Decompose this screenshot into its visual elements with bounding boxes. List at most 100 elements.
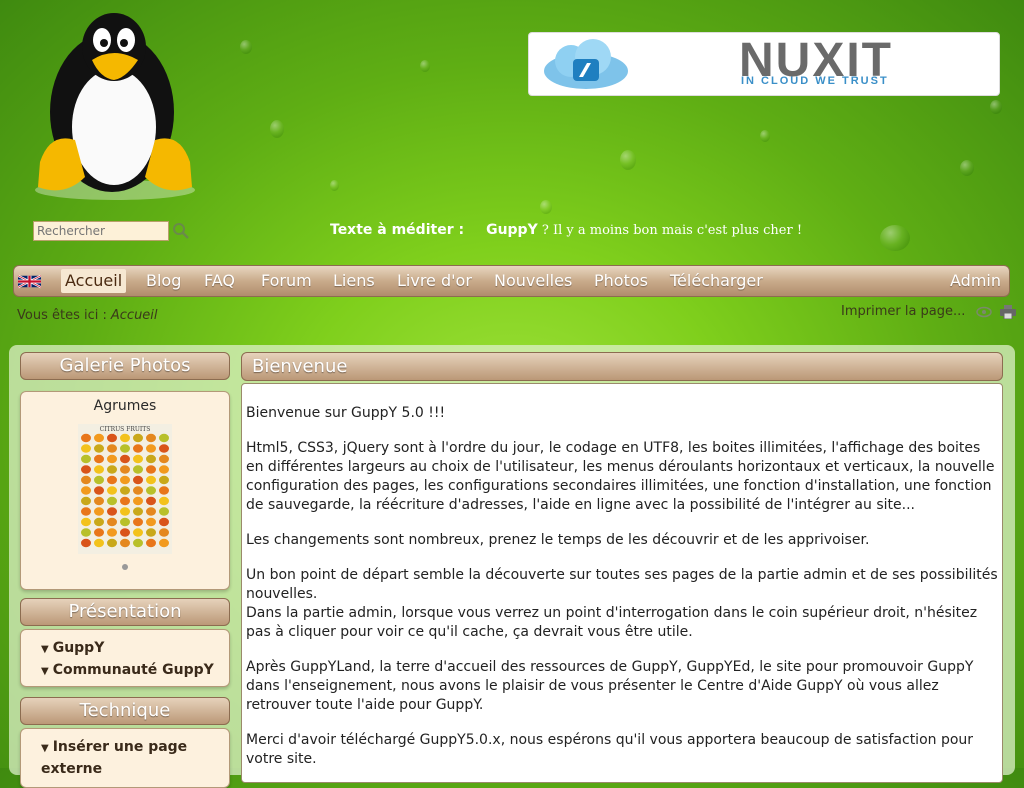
citrus-fruit: [133, 465, 143, 474]
citrus-fruit: [107, 517, 117, 527]
menu-item-faq[interactable]: FAQ: [200, 266, 239, 296]
citrus-fruit: [159, 454, 169, 464]
citrus-fruit: [120, 465, 130, 474]
menu-item-telecharger[interactable]: Télécharger: [666, 266, 767, 296]
eye-icon[interactable]: [975, 306, 992, 318]
citrus-fruit: [94, 444, 104, 453]
menu-item-livre-dor[interactable]: Livre d'or: [393, 266, 476, 296]
search-input[interactable]: [33, 221, 169, 241]
print-page[interactable]: Imprimer la page...: [841, 304, 1016, 319]
citrus-fruit: [94, 528, 104, 537]
citrus-fruit: [120, 475, 130, 485]
water-drop: [880, 225, 910, 251]
citrus-fruit: [107, 528, 117, 537]
citrus-fruit: [120, 528, 130, 537]
citrus-fruit: [146, 444, 156, 453]
citrus-fruit: [146, 496, 156, 506]
search-icon[interactable]: [172, 222, 190, 240]
citrus-fruit: [133, 475, 143, 485]
menu-item-nouvelles[interactable]: Nouvelles: [490, 266, 576, 296]
menu-item-accueil[interactable]: Accueil: [61, 269, 127, 293]
citrus-fruit: [107, 433, 117, 443]
print-label[interactable]: Imprimer la page...: [841, 304, 965, 319]
citrus-fruit: [146, 465, 156, 474]
citrus-fruit: [81, 444, 91, 453]
citrus-fruit: [107, 475, 117, 485]
water-drop: [240, 40, 252, 54]
citrus-fruit: [133, 433, 143, 443]
quote-text: ? Il y a moins bon mais c'est plus cher …: [537, 223, 803, 238]
citrus-fruit: [120, 444, 130, 453]
citrus-fruit: [133, 528, 143, 537]
presentation-item-guppy[interactable]: ▼ GuppY: [41, 638, 229, 660]
citrus-fruit: [133, 538, 143, 548]
quote-label: Texte à méditer :: [330, 222, 465, 238]
water-drop: [990, 100, 1002, 114]
water-drop: [330, 180, 339, 191]
printer-icon[interactable]: [999, 304, 1016, 319]
citrus-fruit: [81, 528, 91, 537]
water-drop: [270, 120, 284, 138]
citrus-fruit: [133, 507, 143, 516]
triangle-down-icon: ▼: [41, 743, 49, 754]
citrus-fruit: [159, 528, 169, 537]
triangle-down-icon: ▼: [41, 644, 49, 655]
technique-item-inserer[interactable]: ▼ Insérer une page externe: [41, 737, 219, 779]
citrus-fruit: [159, 486, 169, 495]
paragraph: Dans la partie admin, lorsque vous verre…: [246, 605, 978, 640]
citrus-fruit: [107, 465, 117, 474]
galerie-pager-dot[interactable]: [122, 564, 128, 570]
citrus-fruit: [94, 454, 104, 464]
citrus-fruit: [159, 444, 169, 453]
citrus-fruit: [133, 454, 143, 464]
citrus-fruit: [94, 496, 104, 506]
citrus-fruit: [94, 517, 104, 527]
citrus-fruit: [146, 517, 156, 527]
water-drop: [960, 160, 974, 176]
citrus-fruit: [81, 496, 91, 506]
galerie-caption: Agrumes: [93, 398, 157, 414]
presentation-item-communaute[interactable]: ▼ Communauté GuppY: [41, 660, 229, 682]
citrus-fruit: [159, 496, 169, 506]
nuxit-banner[interactable]: NUXIT IN CLOUD WE TRUST: [528, 32, 1000, 96]
technique-box: ▼ Insérer une page externe: [20, 728, 230, 788]
citrus-fruit: [159, 465, 169, 474]
water-drop: [540, 200, 552, 214]
citrus-fruit: [81, 517, 91, 527]
citrus-fruit: [133, 496, 143, 506]
citrus-fruit: [107, 538, 117, 548]
main-content: Bienvenue sur GuppY 5.0 !!! Html5, CSS3,…: [241, 383, 1003, 783]
citrus-fruit: [81, 486, 91, 495]
menu-item-forum[interactable]: Forum: [257, 266, 316, 296]
presentation-title: Présentation: [20, 598, 230, 626]
uk-flag-icon[interactable]: [18, 274, 41, 289]
citrus-fruit: [94, 507, 104, 516]
citrus-fruit: [146, 538, 156, 548]
citrus-fruit: [146, 486, 156, 495]
citrus-fruit: [81, 538, 91, 548]
citrus-fruit: [133, 444, 143, 453]
paragraph: Bienvenue sur GuppY 5.0 !!!: [246, 405, 446, 421]
menu-item-liens[interactable]: Liens: [329, 266, 379, 296]
main-menu: Accueil Blog FAQ Forum Liens Livre d'or …: [13, 265, 1010, 297]
citrus-fruit: [133, 486, 143, 495]
menu-item-photos[interactable]: Photos: [590, 266, 652, 296]
breadcrumb-current[interactable]: Accueil: [111, 308, 158, 323]
triangle-down-icon: ▼: [41, 666, 49, 677]
citrus-fruit: [133, 517, 143, 527]
menu-item-admin[interactable]: Admin: [946, 266, 1005, 296]
citrus-fruit: [94, 486, 104, 495]
water-drop: [420, 60, 430, 72]
citrus-fruit: [159, 475, 169, 485]
citrus-fruit: [159, 507, 169, 516]
water-drop: [620, 150, 636, 170]
citrus-fruit: [146, 507, 156, 516]
citrus-fruit: [120, 517, 130, 527]
citrus-fruits-image[interactable]: CITRUS FRUITS: [78, 424, 172, 554]
paragraph: Après GuppYLand, la terre d'accueil des …: [246, 659, 974, 713]
citrus-fruit: [159, 433, 169, 443]
citrus-fruit: [107, 486, 117, 495]
citrus-fruit: [94, 433, 104, 443]
menu-item-blog[interactable]: Blog: [142, 266, 185, 296]
citrus-fruit: [94, 538, 104, 548]
